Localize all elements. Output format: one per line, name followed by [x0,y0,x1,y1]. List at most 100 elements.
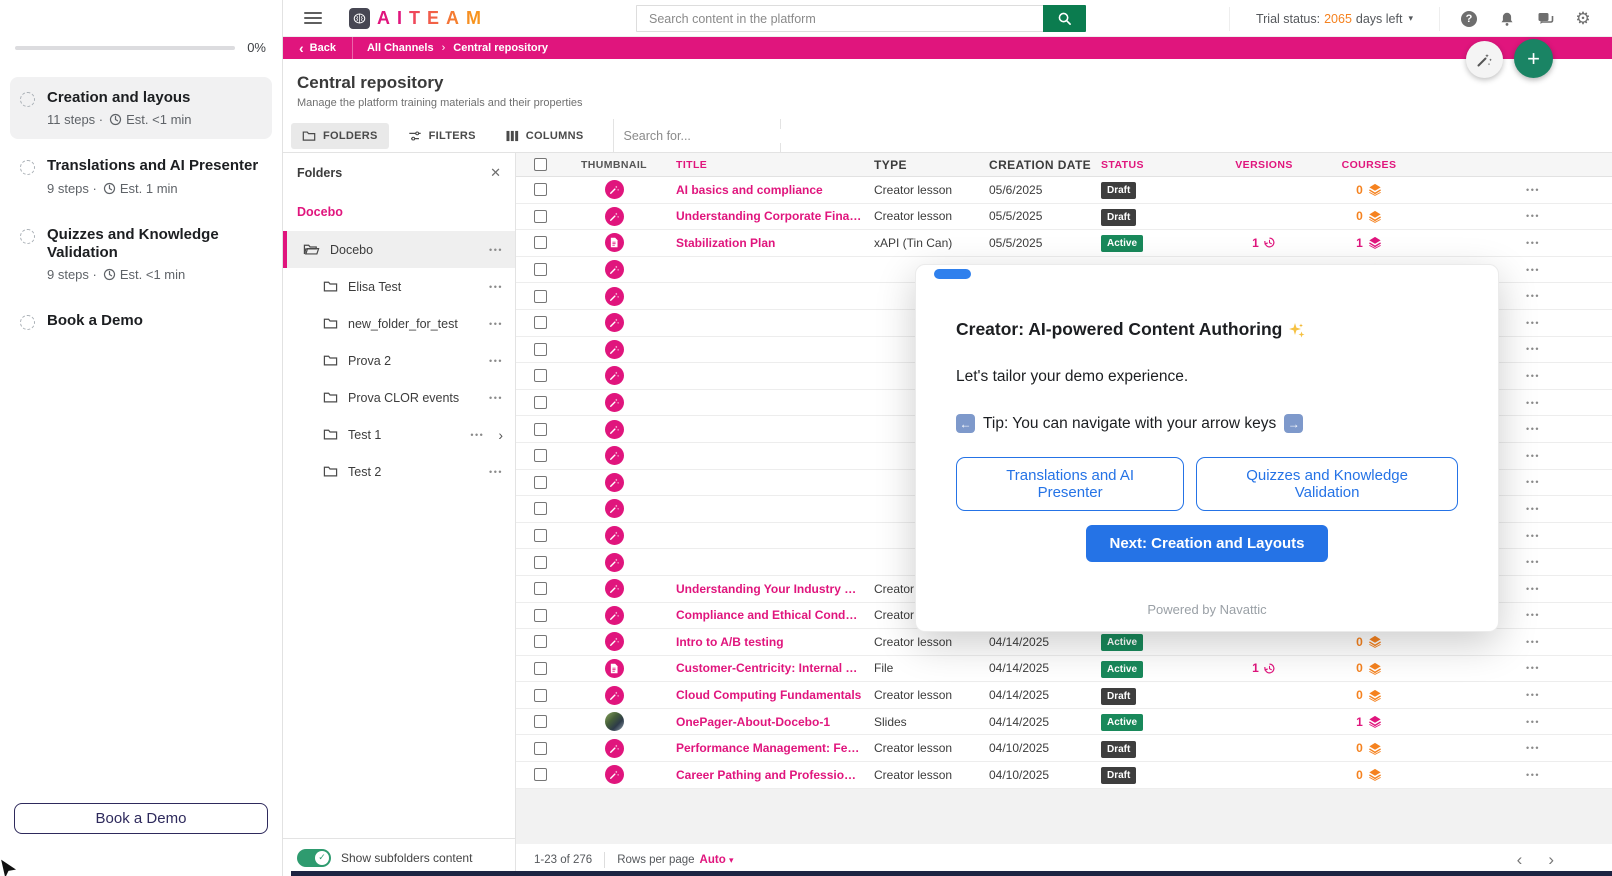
row-checkbox[interactable] [534,609,547,622]
row-thumbnail[interactable] [605,686,624,705]
row-checkbox[interactable] [534,556,547,569]
modal-translations-button[interactable]: Translations and AI Presenter [956,457,1184,511]
add-new-fab-button[interactable]: + [1514,39,1553,78]
row-checkbox[interactable] [534,662,547,675]
row-thumbnail[interactable] [605,287,624,306]
filters-button[interactable]: FILTERS [397,123,487,149]
row-thumbnail[interactable] [605,739,624,758]
courses-count[interactable]: 0 [1356,635,1382,649]
folder-item[interactable]: Test 1 ••• › [283,416,515,453]
row-thumbnail[interactable] [605,233,624,252]
folder-item[interactable]: Prova 2 ••• › [283,342,515,379]
prev-page-button[interactable]: ‹ [1517,850,1523,870]
chevron-right-icon[interactable]: › [498,427,503,443]
row-menu-button[interactable]: ••• [1526,717,1540,727]
courses-count[interactable]: 0 [1356,183,1382,197]
row-menu-button[interactable]: ••• [1526,451,1540,461]
breadcrumb-all-channels[interactable]: All Channels [367,42,434,54]
tour-step[interactable]: Creation and layous 11 steps · Est. <1 m… [10,77,272,139]
versions-link[interactable]: 1 [1252,661,1276,675]
tour-step[interactable]: Quizzes and Knowledge Validation 9 steps… [10,214,272,295]
folder-menu-button[interactable]: ••• [489,467,503,477]
courses-count[interactable]: 0 [1356,688,1382,702]
folder-menu-button[interactable]: ••• [489,319,503,329]
row-checkbox[interactable] [534,343,547,356]
folders-toggle-button[interactable]: FOLDERS [291,123,389,149]
folder-item[interactable]: Test 2 ••• › [283,453,515,490]
versions-link[interactable]: 1 [1252,236,1276,250]
col-status[interactable]: STATUS [1089,159,1219,171]
help-button[interactable]: ? [1450,11,1488,27]
courses-count[interactable]: 0 [1356,741,1382,755]
row-menu-button[interactable]: ••• [1526,584,1540,594]
row-menu-button[interactable]: ••• [1526,531,1540,541]
tour-step[interactable]: Translations and AI Presenter 9 steps · … [10,145,272,207]
courses-count[interactable]: 1 [1356,236,1382,250]
row-menu-button[interactable]: ••• [1526,504,1540,514]
row-thumbnail[interactable] [605,473,624,492]
col-creation-date[interactable]: CREATION DATE [977,158,1089,172]
show-subfolders-toggle[interactable]: ✓ [297,849,331,867]
folder-item[interactable]: new_folder_for_test ••• › [283,305,515,342]
row-thumbnail[interactable] [605,765,624,784]
folder-menu-button[interactable]: ••• [489,282,503,292]
row-checkbox[interactable] [534,396,547,409]
row-thumbnail[interactable] [605,366,624,385]
col-courses[interactable]: COURSES [1309,159,1429,171]
row-title-link[interactable]: AI basics and compliance [676,183,862,197]
row-checkbox[interactable] [534,449,547,462]
row-checkbox[interactable] [534,635,547,648]
next-page-button[interactable]: › [1548,850,1554,870]
row-checkbox[interactable] [534,715,547,728]
row-menu-button[interactable]: ••• [1526,557,1540,567]
col-type[interactable]: TYPE [862,158,977,172]
row-menu-button[interactable]: ••• [1526,477,1540,487]
row-thumbnail[interactable] [605,313,624,332]
tour-step[interactable]: Book a Demo [10,300,272,342]
row-menu-button[interactable]: ••• [1526,371,1540,381]
row-menu-button[interactable]: ••• [1526,637,1540,647]
row-title-link[interactable]: Intro to A/B testing [676,635,862,649]
notifications-button[interactable] [1488,11,1526,27]
col-title[interactable]: TITLE [664,159,862,171]
row-checkbox[interactable] [534,476,547,489]
row-checkbox[interactable] [534,423,547,436]
row-menu-button[interactable]: ••• [1526,211,1540,221]
back-button[interactable]: ‹Back [283,37,352,59]
row-thumbnail[interactable] [605,606,624,625]
close-icon[interactable]: ✕ [490,165,501,181]
folder-item[interactable]: Elisa Test ••• › [283,268,515,305]
row-checkbox[interactable] [534,263,547,276]
row-menu-button[interactable]: ••• [1526,238,1540,248]
folder-item[interactable]: Docebo ••• › [283,231,515,268]
modal-quizzes-button[interactable]: Quizzes and Knowledge Validation [1196,457,1458,511]
courses-count[interactable]: 1 [1356,715,1382,729]
row-checkbox[interactable] [534,236,547,249]
row-title-link[interactable]: Compliance and Ethical Conduct in ... [676,608,862,622]
row-thumbnail[interactable] [605,553,624,572]
row-checkbox[interactable] [534,316,547,329]
row-title-link[interactable]: Performance Management: Feedback [676,741,862,755]
row-thumbnail[interactable] [605,526,624,545]
row-thumbnail[interactable] [605,579,624,598]
row-menu-button[interactable]: ••• [1526,318,1540,328]
columns-button[interactable]: COLUMNS [495,123,595,149]
row-menu-button[interactable]: ••• [1526,743,1540,753]
table-search-input[interactable] [624,129,785,143]
row-menu-button[interactable]: ••• [1526,398,1540,408]
row-title-link[interactable]: Understanding Corporate Financial ... [676,209,862,223]
courses-count[interactable]: 0 [1356,768,1382,782]
row-thumbnail[interactable] [605,499,624,518]
row-thumbnail[interactable] [605,393,624,412]
row-thumbnail[interactable] [605,659,624,678]
rows-per-page-select[interactable]: Auto ▾ [700,854,734,866]
row-checkbox[interactable] [534,290,547,303]
row-menu-button[interactable]: ••• [1526,185,1540,195]
hamburger-menu-icon[interactable] [304,9,322,27]
global-search-button[interactable] [1043,5,1086,32]
row-menu-button[interactable]: ••• [1526,690,1540,700]
row-checkbox[interactable] [534,210,547,223]
row-menu-button[interactable]: ••• [1526,265,1540,275]
row-title-link[interactable]: OnePager-About-Docebo-1 [676,715,862,729]
row-checkbox[interactable] [534,183,547,196]
